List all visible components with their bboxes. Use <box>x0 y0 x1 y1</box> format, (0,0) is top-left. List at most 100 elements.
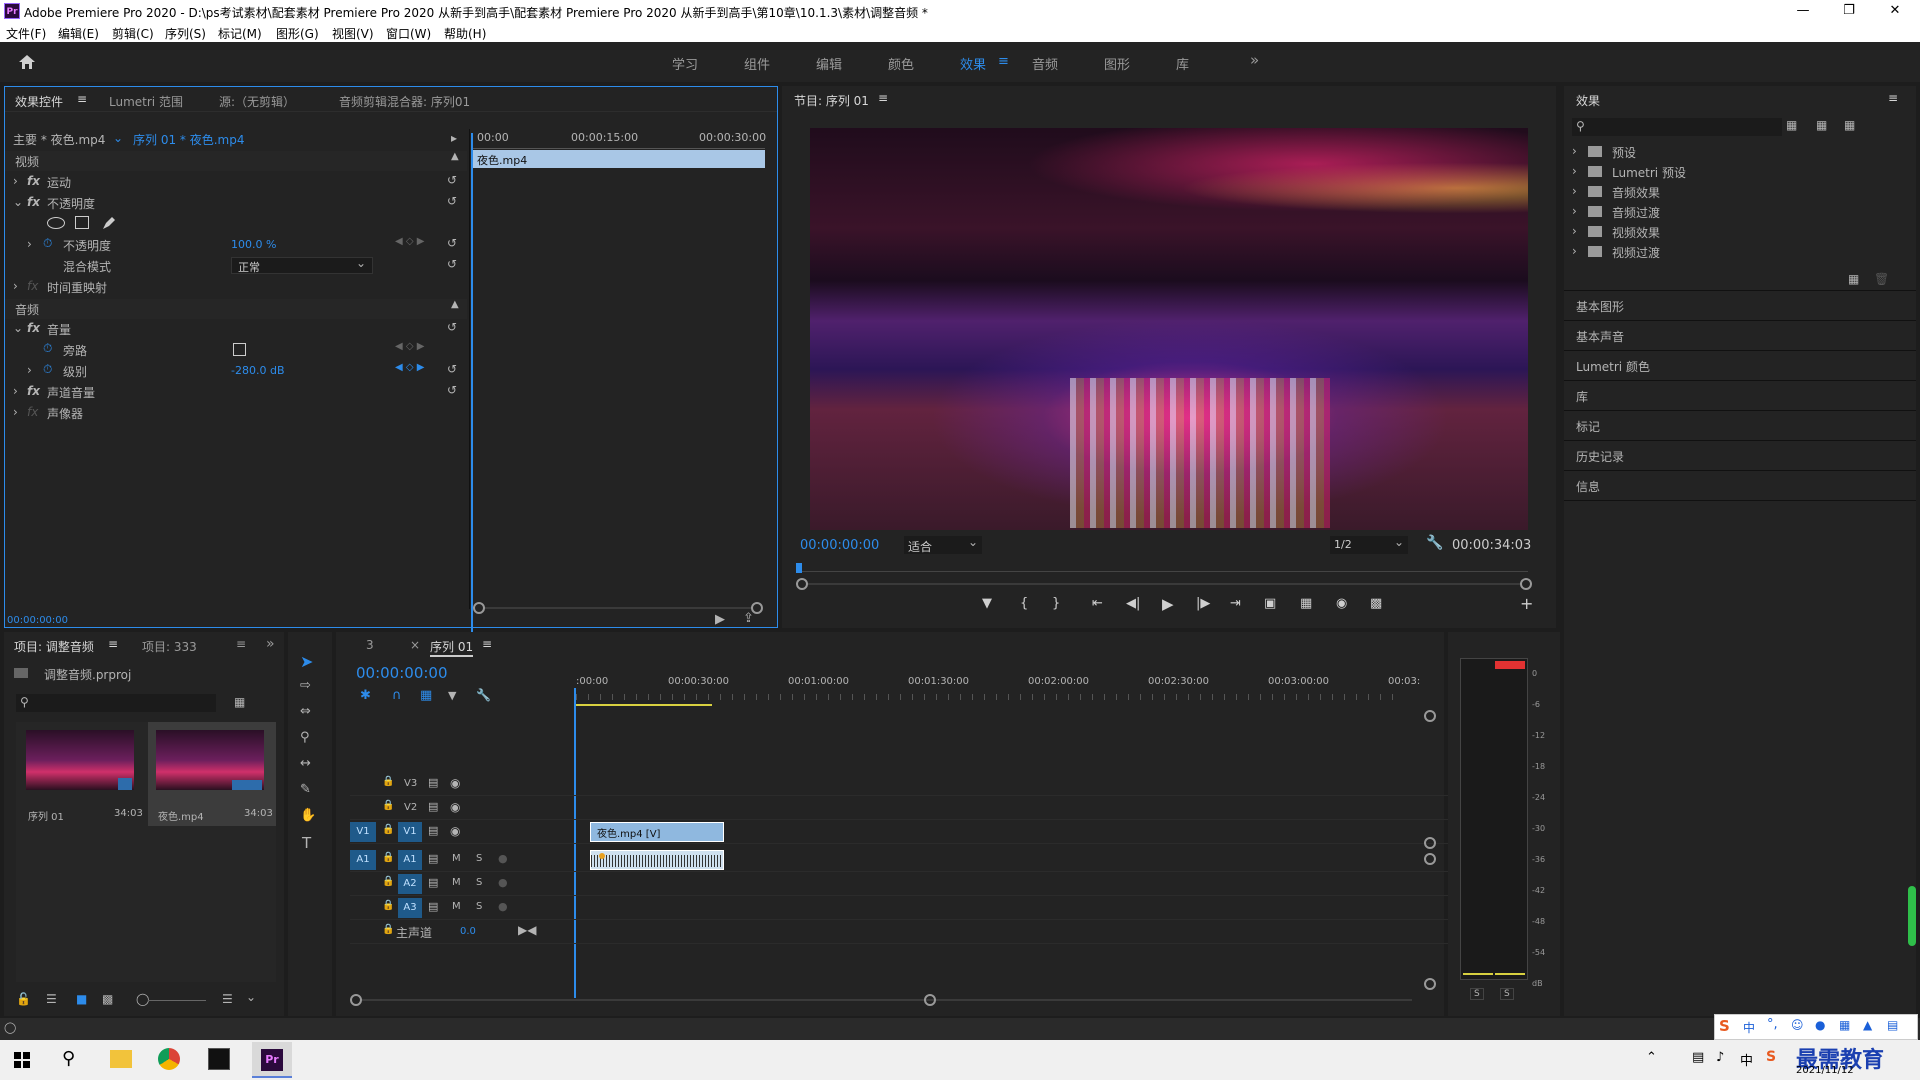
expand-arrow-icon[interactable]: › <box>13 405 18 425</box>
panel-menu-icon[interactable]: ≡ <box>482 637 492 651</box>
expand-arrow-icon[interactable]: › <box>1572 204 1577 224</box>
effects-tree-video-effects[interactable]: 视频效果 <box>1612 224 1660 244</box>
menu-edit[interactable]: 编辑(E) <box>58 25 99 42</box>
time-remapping-effect[interactable]: 时间重映射 <box>47 279 107 299</box>
status-info-icon[interactable]: ◯ <box>4 1021 16 1034</box>
expand-arrow-icon[interactable]: › <box>1572 224 1577 244</box>
track-label[interactable]: V2 <box>404 802 417 813</box>
opacity-effect[interactable]: 不透明度 <box>47 195 95 215</box>
scroll-handle[interactable] <box>1424 978 1436 990</box>
keyframe-nav-icon[interactable]: ◀ ◇ ▶ <box>395 362 424 382</box>
stopwatch-icon[interactable]: ⏱ <box>43 341 52 361</box>
menu-window[interactable]: 窗口(W) <box>386 25 431 42</box>
play-triangle-icon[interactable]: ▸ <box>451 131 457 151</box>
mute-button[interactable]: M <box>452 853 461 864</box>
solo-right-button[interactable]: S <box>1500 988 1514 1000</box>
tab-effect-controls[interactable]: 效果控件 <box>15 93 63 110</box>
tab-project-333[interactable]: 项目: 333 <box>142 638 197 655</box>
type-tool-icon[interactable]: T <box>302 834 311 852</box>
tab-lumetri-scopes[interactable]: Lumetri 范围 <box>109 93 183 110</box>
linked-selection-icon[interactable]: ▦ <box>420 688 432 703</box>
workspace-learn[interactable]: 学习 <box>672 54 698 73</box>
pen-tool-icon[interactable]: ✎ <box>300 782 311 797</box>
zoom-handle-left[interactable] <box>796 578 808 590</box>
lock-icon[interactable]: 🔒 <box>382 776 394 787</box>
wrench-icon[interactable]: 🔧 <box>1426 535 1443 551</box>
menu-help[interactable]: 帮助(H) <box>444 25 486 42</box>
slip-tool-icon[interactable]: ↔ <box>300 756 311 771</box>
stopwatch-icon[interactable]: ⏱ <box>43 362 52 382</box>
volume-icon[interactable]: ♪ <box>1716 1050 1724 1065</box>
stopwatch-icon[interactable]: ⏱ <box>43 236 52 256</box>
ec-timecode[interactable]: 00:00:00:00 <box>7 615 68 626</box>
expand-arrow-icon[interactable]: › <box>1572 244 1577 264</box>
bypass-checkbox[interactable] <box>233 343 246 356</box>
workspace-editing[interactable]: 编辑 <box>816 54 842 73</box>
sync-lock-icon[interactable]: ▤ <box>428 852 438 865</box>
solo-button[interactable]: S <box>476 853 482 864</box>
master-clip-label[interactable]: 主要 * 夜色.mp4 <box>13 131 105 151</box>
rectangle-mask-icon[interactable] <box>75 216 89 229</box>
chevron-down-icon[interactable]: ⌄ <box>113 131 123 151</box>
panel-menu-icon[interactable]: ≡ <box>1888 91 1898 105</box>
lock-icon[interactable]: 🔒 <box>382 824 394 835</box>
workspace-libraries[interactable]: 库 <box>1176 54 1189 73</box>
file-explorer-icon[interactable] <box>110 1050 132 1068</box>
program-video-frame[interactable] <box>810 128 1528 530</box>
program-ruler[interactable] <box>798 564 1528 572</box>
search-icon[interactable]: ⚲ <box>62 1048 75 1069</box>
go-to-end-icon[interactable]: ▶◀ <box>518 923 536 937</box>
restore-button[interactable]: ❐ <box>1826 0 1872 22</box>
panel-menu-icon[interactable]: ≡ <box>77 92 87 106</box>
track-label[interactable]: V3 <box>404 778 417 789</box>
solo-button[interactable]: S <box>476 877 482 888</box>
menu-marker[interactable]: 标记(M) <box>218 25 262 42</box>
sogou-logo-icon[interactable]: S <box>1719 1017 1730 1035</box>
collapse-up-icon[interactable]: ▲ <box>451 151 459 171</box>
menu-sequence[interactable]: 序列(S) <box>165 25 206 42</box>
reset-icon[interactable]: ↺ <box>447 320 457 340</box>
track-label[interactable]: A3 <box>398 898 422 918</box>
menu-view[interactable]: 视图(V) <box>332 25 374 42</box>
track-label[interactable]: V1 <box>398 822 422 842</box>
new-bin-icon[interactable]: ▦ <box>1848 272 1859 286</box>
chevron-down-icon[interactable]: ⌄ <box>246 990 256 1004</box>
close-button[interactable]: ✕ <box>1872 0 1918 22</box>
program-timecode[interactable]: 00:00:00:00 <box>800 538 879 553</box>
lock-icon[interactable]: 🔒 <box>382 852 394 863</box>
expand-arrow-icon[interactable]: › <box>1572 144 1577 164</box>
eye-icon[interactable]: ◉ <box>450 776 460 790</box>
workspace-graphics[interactable]: 图形 <box>1104 54 1130 73</box>
expand-arrow-icon[interactable]: › <box>1572 164 1577 184</box>
workspace-menu-icon[interactable]: ≡ <box>998 54 1009 69</box>
icon-view-icon[interactable]: ■ <box>76 992 87 1006</box>
hand-tool-icon[interactable]: ✋ <box>300 808 316 823</box>
export-frame-camera-icon[interactable]: ◉ <box>1336 596 1347 611</box>
audio-clip[interactable] <box>590 850 724 870</box>
sequence-clip-label[interactable]: 序列 01 * 夜色.mp4 <box>133 131 244 151</box>
video-clip[interactable]: 夜色.mp4 [V] <box>590 822 724 842</box>
reset-icon[interactable]: ↺ <box>447 236 457 256</box>
panel-menu-icon[interactable]: ≡ <box>108 637 118 651</box>
resolution-select[interactable]: 1/2 ⌄ <box>1330 535 1408 554</box>
reset-icon[interactable]: ↺ <box>447 383 457 403</box>
zoom-scroll-bar[interactable] <box>485 607 751 609</box>
selection-tool-icon[interactable]: ➤ <box>300 652 313 671</box>
lock-icon[interactable]: 🔒 <box>382 924 394 935</box>
panel-menu-icon[interactable]: ≡ <box>878 91 888 105</box>
lock-icon[interactable]: 🔓 <box>16 992 31 1006</box>
freeform-view-icon[interactable]: ▩ <box>102 992 113 1006</box>
reset-icon[interactable]: ↺ <box>447 257 457 277</box>
lock-icon[interactable]: 🔒 <box>382 900 394 911</box>
microphone-icon[interactable]: ● <box>498 852 508 865</box>
expand-arrow-icon[interactable]: › <box>1572 184 1577 204</box>
effects-tree-presets[interactable]: 预设 <box>1612 144 1636 164</box>
zoom-handle-left[interactable] <box>350 994 362 1006</box>
media-browser-icon[interactable]: ≡ <box>236 637 246 651</box>
track-label[interactable]: A2 <box>398 874 422 894</box>
sync-lock-icon[interactable]: ▤ <box>428 876 438 889</box>
mute-button[interactable]: M <box>452 901 461 912</box>
menu-file[interactable]: 文件(F) <box>6 25 46 42</box>
zoom-slider-handle[interactable]: ◯ <box>136 992 149 1006</box>
mark-out-icon[interactable]: } <box>1052 596 1060 611</box>
